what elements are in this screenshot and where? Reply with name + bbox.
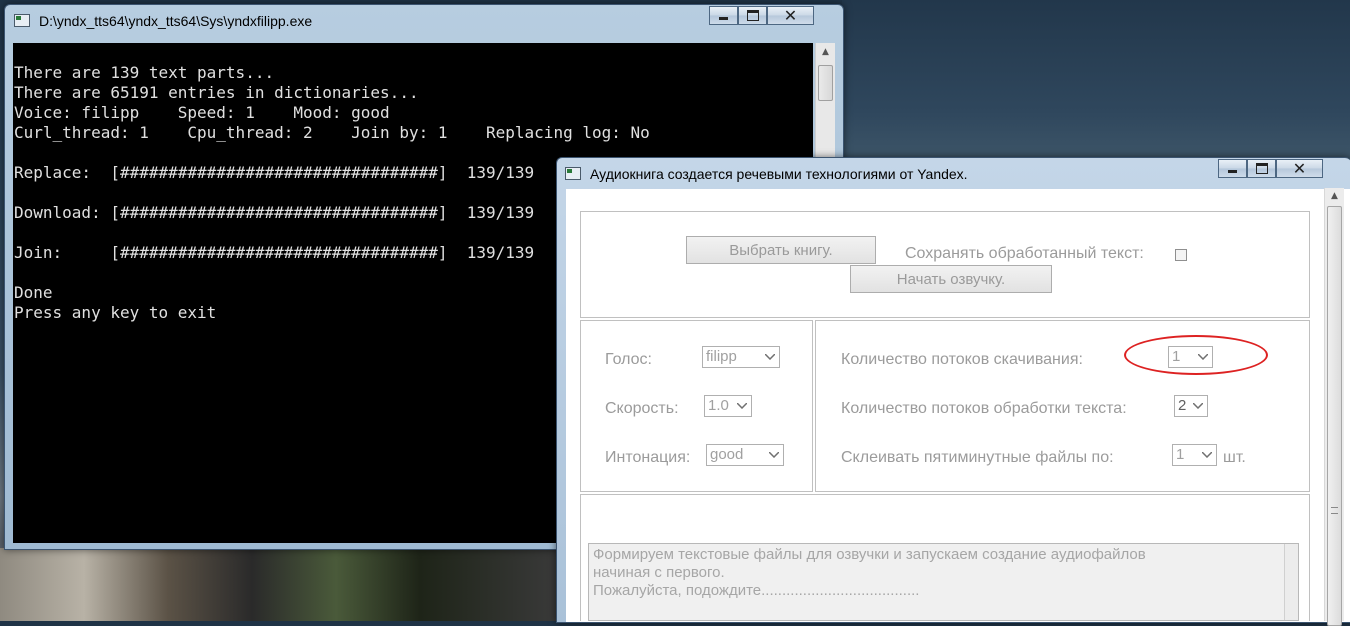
join-select[interactable]: 1 <box>1172 444 1217 466</box>
maximize-button[interactable] <box>738 6 767 25</box>
close-button[interactable]: ✕ <box>767 6 814 25</box>
close-icon: ✕ <box>1292 159 1307 178</box>
console-line: Voice: filipp Speed: 1 Mood: good <box>14 103 390 122</box>
speed-select[interactable]: 1.0 <box>704 395 752 417</box>
app-window-controls: ✕ <box>1218 159 1323 178</box>
app-maximize-button[interactable] <box>1247 159 1276 178</box>
voice-select-value: filipp <box>706 348 737 365</box>
console-app-icon <box>14 14 30 27</box>
scroll-up-icon[interactable]: ▲ <box>818 45 833 60</box>
app-minimize-button[interactable] <box>1218 159 1247 178</box>
console-scroll-thumb[interactable] <box>818 65 833 101</box>
processing-threads-select[interactable]: 2 <box>1174 395 1208 417</box>
grip-icon <box>1331 507 1338 514</box>
chevron-down-icon <box>1193 403 1203 409</box>
console-line: Curl_thread: 1 Cpu_thread: 2 Join by: 1 … <box>14 123 650 142</box>
scroll-up-icon[interactable]: ▲ <box>1327 189 1342 204</box>
app-close-button[interactable]: ✕ <box>1276 159 1323 178</box>
console-line: There are 139 text parts... <box>14 63 275 82</box>
intonation-select-value: good <box>710 446 744 463</box>
start-button[interactable]: Начать озвучку. <box>850 265 1052 293</box>
console-titlebar[interactable]: D:\yndx_tts64\yndx_tts64\Sys\yndxfilipp.… <box>5 5 843 35</box>
app-icon <box>565 167 581 180</box>
status-line: Пожалуйста, подождите...................… <box>593 582 920 599</box>
voice-select[interactable]: filipp <box>702 346 780 368</box>
chevron-down-icon <box>765 354 775 360</box>
console-window-controls: ✕ <box>709 6 814 25</box>
minimize-button[interactable] <box>709 6 738 25</box>
close-icon: ✕ <box>783 6 798 25</box>
join-label: Склеивать пятиминутные файлы по: <box>841 449 1114 466</box>
voice-label: Голос: <box>605 351 652 368</box>
processing-threads-value: 2 <box>1178 397 1187 414</box>
save-text-label: Сохранять обработанный текст: <box>905 245 1144 262</box>
speed-label: Скорость: <box>605 400 679 417</box>
console-title: D:\yndx_tts64\yndx_tts64\Sys\yndxfilipp.… <box>39 13 313 29</box>
maximize-icon <box>746 10 759 21</box>
join-select-value: 1 <box>1176 446 1185 463</box>
status-scrollbar[interactable] <box>1284 544 1298 620</box>
desktop-wallpaper <box>0 548 560 621</box>
app-scroll-thumb[interactable] <box>1327 206 1342 626</box>
maximize-icon <box>1255 163 1268 174</box>
intonation-label: Интонация: <box>605 449 691 466</box>
console-line: There are 65191 entries in dictionaries.… <box>14 83 419 102</box>
chevron-down-icon <box>737 403 747 409</box>
highlight-ellipse <box>1124 335 1268 375</box>
choose-book-button[interactable]: Выбрать книгу. <box>686 236 876 264</box>
join-unit-label: шт. <box>1223 449 1246 466</box>
download-threads-label: Количество потоков скачивания: <box>841 351 1083 368</box>
app-titlebar[interactable]: Аудиокнига создается речевыми технология… <box>557 158 1350 188</box>
intonation-select[interactable]: good <box>706 444 784 466</box>
app-scrollbar[interactable]: ▲ <box>1324 188 1344 626</box>
minimize-icon <box>719 17 728 20</box>
status-line: Формируем текстовые файлы для озвучки и … <box>593 546 1146 563</box>
save-text-checkbox[interactable] <box>1175 249 1187 261</box>
speed-select-value: 1.0 <box>708 397 729 414</box>
app-title: Аудиокнига создается речевыми технология… <box>590 166 968 182</box>
status-line: начиная с первого. <box>593 564 725 581</box>
minimize-icon <box>1228 170 1237 173</box>
desktop-background <box>842 0 1350 160</box>
status-log[interactable]: Формируем текстовые файлы для озвучки и … <box>588 543 1299 621</box>
chevron-down-icon <box>1202 452 1212 458</box>
processing-threads-label: Количество потоков обработки текста: <box>841 400 1127 417</box>
chevron-down-icon <box>769 452 779 458</box>
